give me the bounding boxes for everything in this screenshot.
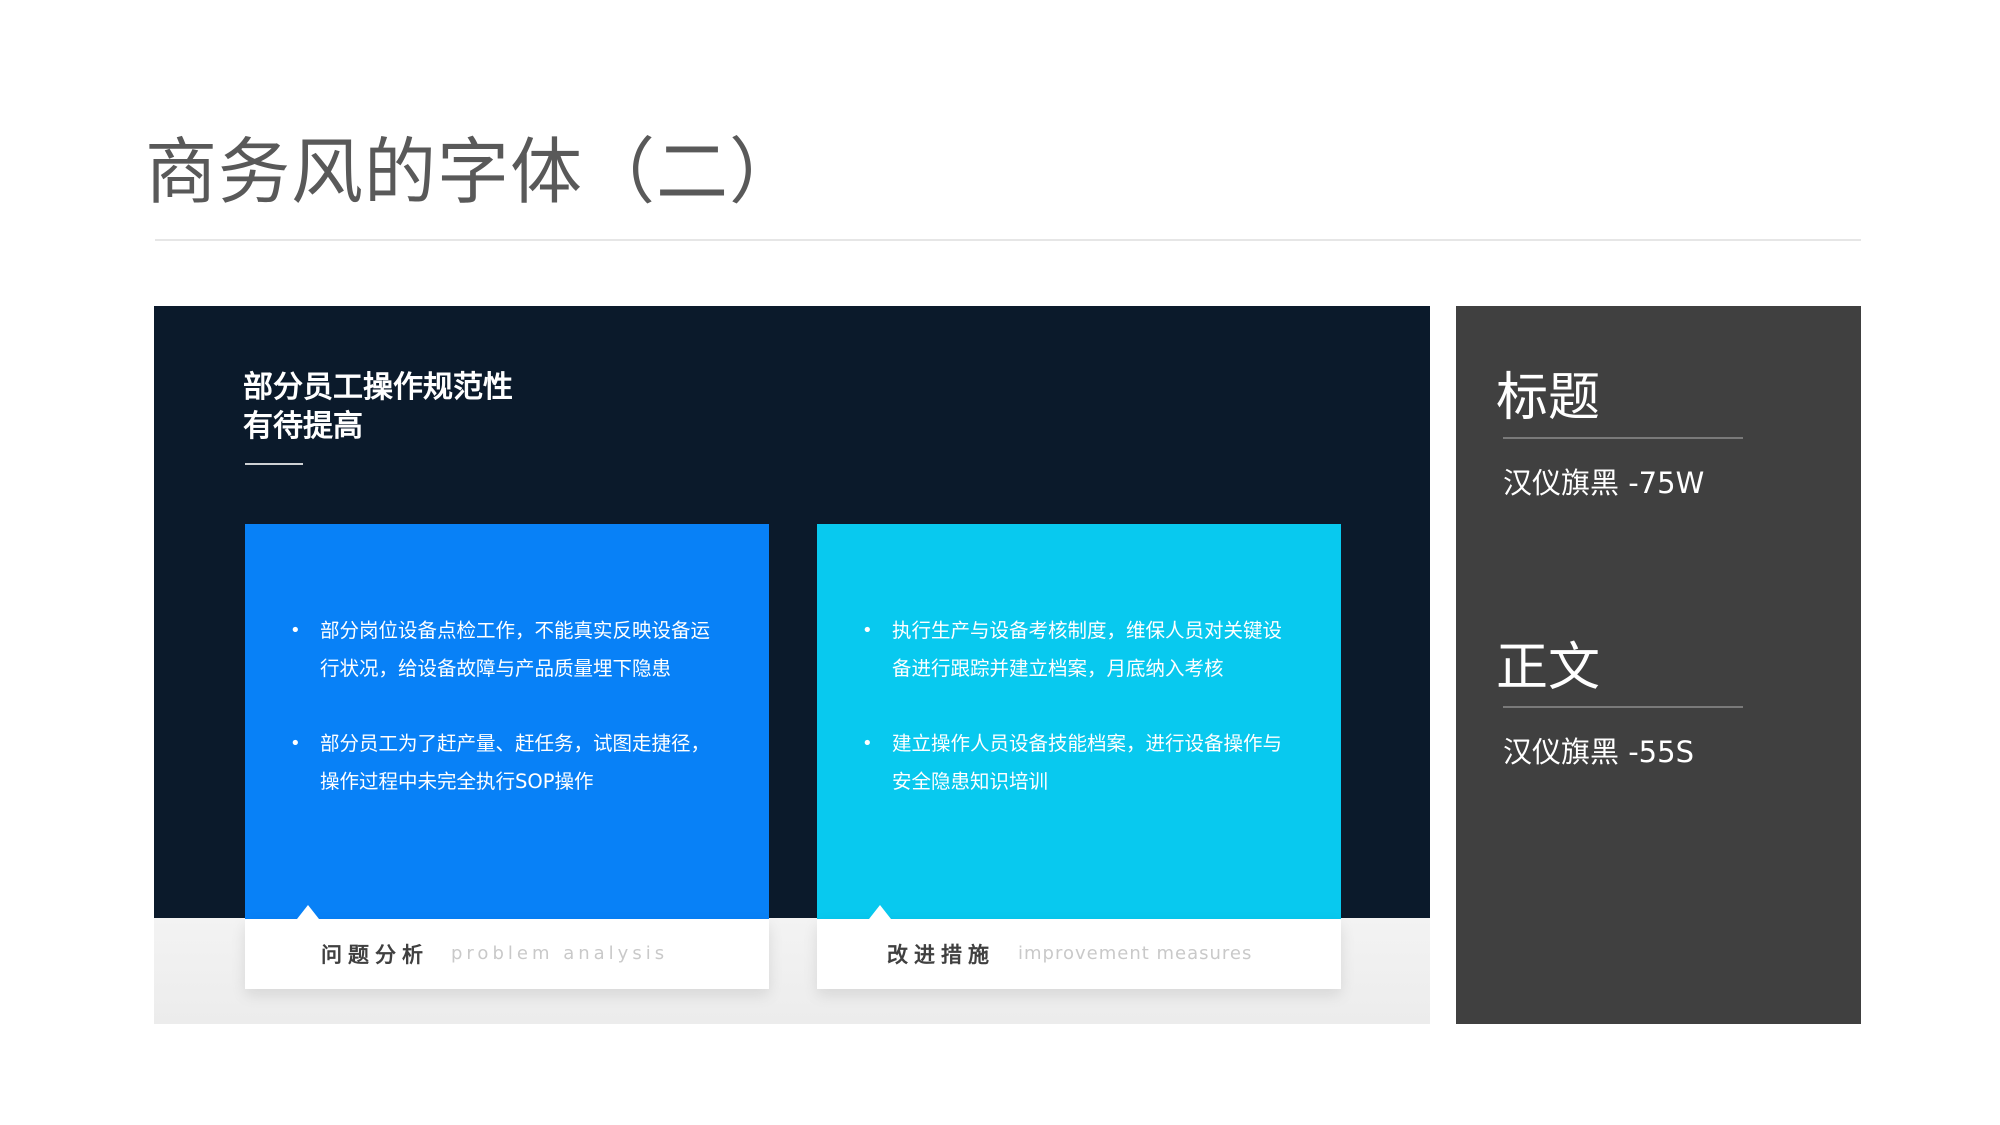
measures-card: • 执行生产与设备考核制度，维保人员对关键设备进行跟踪并建立档案，月底纳入考核 … xyxy=(817,524,1341,919)
bullet-text: 部分员工为了赶产量、赶任务，试图走捷径，操作过程中未完全执行SOP操作 xyxy=(320,732,711,793)
preview-heading-line-2: 有待提高 xyxy=(243,409,363,444)
font-info-panel: 标题 汉仪旗黑 -75W 正文 汉仪旗黑 -55S xyxy=(1456,306,1861,1024)
preview-heading-line-1: 部分员工操作规范性 xyxy=(243,370,513,405)
list-item: • 部分岗位设备点检工作，不能真实反映设备运行状况，给设备故障与产品质量埋下隐患 xyxy=(290,612,710,688)
measures-bullet-list: • 执行生产与设备考核制度，维保人员对关键设备进行跟踪并建立档案，月底纳入考核 … xyxy=(862,612,1282,838)
list-item: • 执行生产与设备考核制度，维保人员对关键设备进行跟踪并建立档案，月底纳入考核 xyxy=(862,612,1282,688)
bullet-text: 建立操作人员设备技能档案，进行设备操作与安全隐患知识培训 xyxy=(892,732,1283,793)
measures-label: 改进措施 improvement measures xyxy=(817,905,1341,989)
bullet-text: 执行生产与设备考核制度，维保人员对关键设备进行跟踪并建立档案，月底纳入考核 xyxy=(892,619,1283,680)
pointer-triangle-icon xyxy=(297,905,319,919)
problem-bullet-list: • 部分岗位设备点检工作，不能真实反映设备运行状况，给设备故障与产品质量埋下隐患… xyxy=(290,612,710,838)
title-font-divider xyxy=(1503,437,1743,439)
bullet-icon: • xyxy=(290,733,301,754)
bullet-icon: • xyxy=(862,733,873,754)
measures-label-cn: 改进措施 xyxy=(887,943,995,967)
preview-heading: 部分员工操作规范性 有待提高 xyxy=(243,368,643,446)
pointer-triangle-icon xyxy=(869,905,891,919)
title-font-heading: 标题 xyxy=(1496,368,1601,428)
bullet-text: 部分岗位设备点检工作，不能真实反映设备运行状况，给设备故障与产品质量埋下隐患 xyxy=(320,619,711,680)
bullet-icon: • xyxy=(862,620,873,641)
problem-label-cn: 问题分析 xyxy=(321,943,429,967)
title-divider xyxy=(155,239,1861,241)
bullet-icon: • xyxy=(290,620,301,641)
problem-label: 问题分析 problem analysis xyxy=(245,905,769,989)
heading-underline xyxy=(245,463,303,465)
title-font-name: 汉仪旗黑 -75W xyxy=(1503,466,1705,500)
slide-preview: 部分员工操作规范性 有待提高 • 部分岗位设备点检工作，不能真实反映设备运行状况… xyxy=(154,306,1430,1024)
body-font-divider xyxy=(1503,706,1743,708)
list-item: • 部分员工为了赶产量、赶任务，试图走捷径，操作过程中未完全执行SOP操作 xyxy=(290,725,710,801)
body-font-heading: 正文 xyxy=(1496,638,1601,698)
problem-label-en: problem analysis xyxy=(451,943,669,964)
problem-card: • 部分岗位设备点检工作，不能真实反映设备运行状况，给设备故障与产品质量埋下隐患… xyxy=(245,524,769,919)
page-title: 商务风的字体（二） xyxy=(145,130,803,214)
list-item: • 建立操作人员设备技能档案，进行设备操作与安全隐患知识培训 xyxy=(862,725,1282,801)
measures-label-en: improvement measures xyxy=(1018,943,1253,964)
body-font-name: 汉仪旗黑 -55S xyxy=(1503,735,1694,769)
